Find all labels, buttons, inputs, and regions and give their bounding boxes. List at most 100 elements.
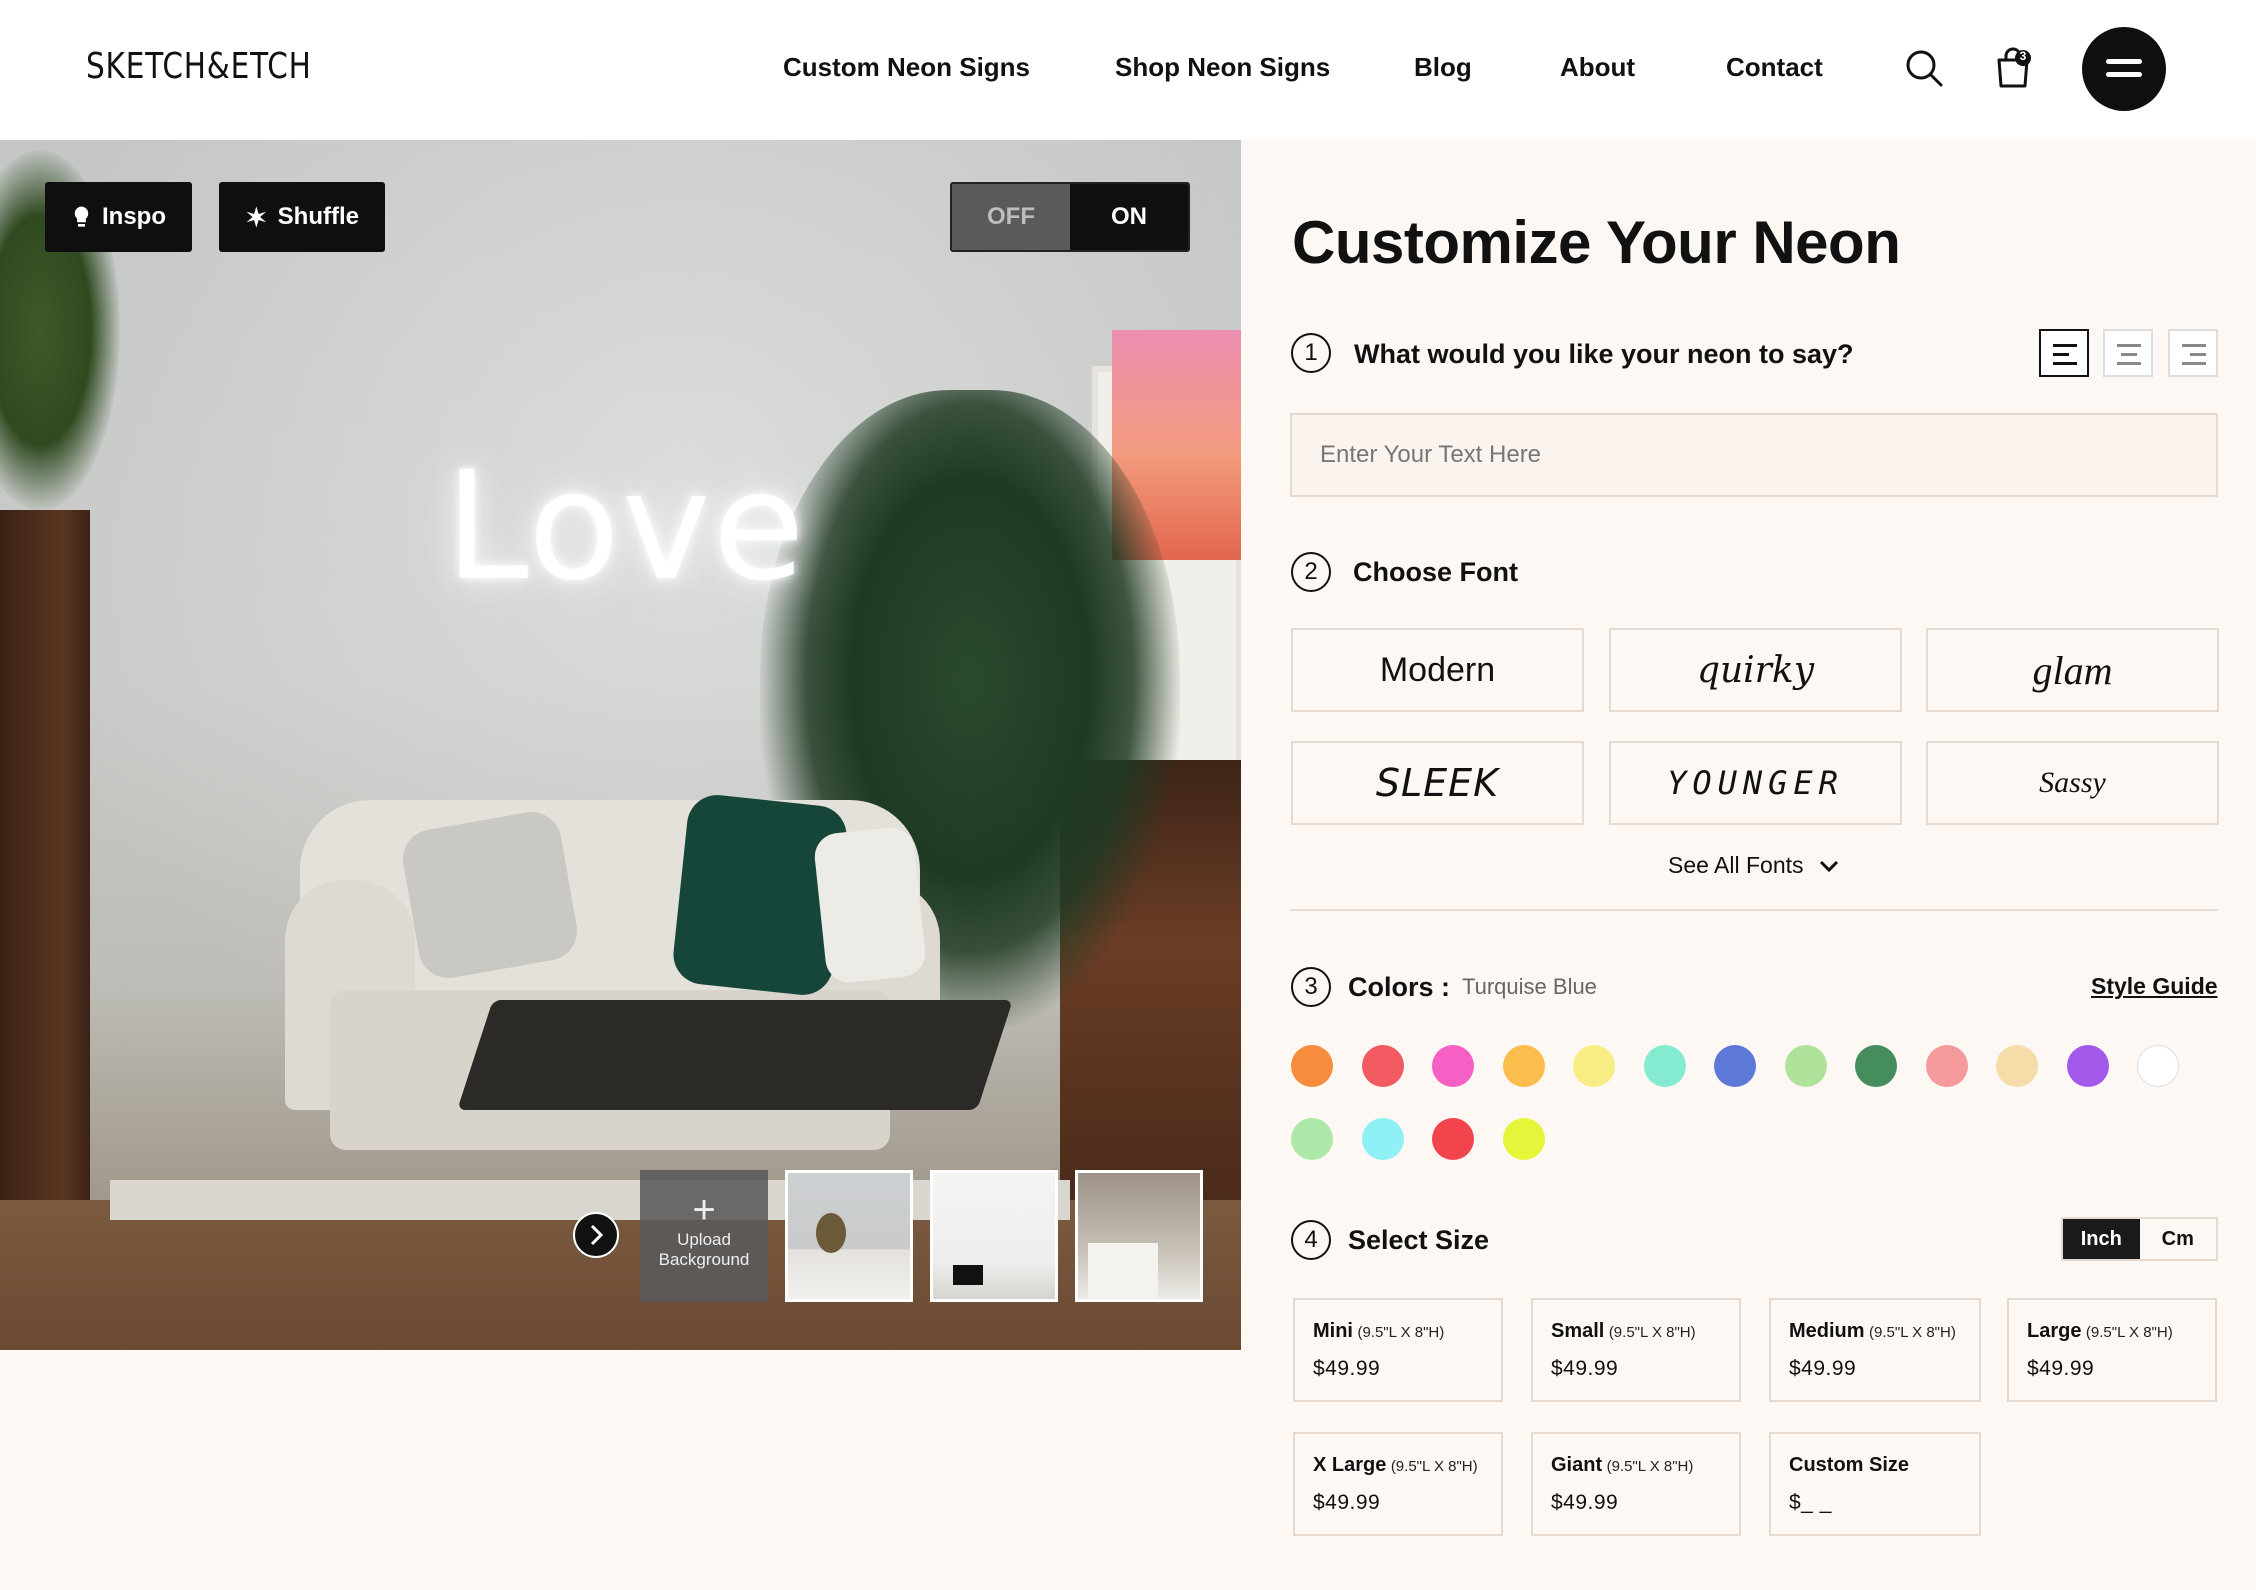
see-all-fonts-button[interactable]: See All Fonts (1668, 852, 1840, 879)
nav-about[interactable]: About (1560, 52, 1635, 83)
size-price: $49.99 (2027, 1357, 2095, 1380)
upload-label-2: Background (658, 1250, 750, 1269)
color-swatch[interactable] (1291, 1118, 1333, 1160)
nav-custom-neon-signs[interactable]: Custom Neon Signs (783, 52, 1030, 83)
size-dims: (9.5"L X 8"H) (1606, 1458, 1694, 1475)
nav-contact[interactable]: Contact (1726, 52, 1823, 83)
size-name: Custom Size (1789, 1454, 1910, 1476)
color-swatch[interactable] (1432, 1045, 1474, 1087)
size-card-small[interactable]: Small (9.5"L X 8"H) $49.99 (1531, 1298, 1741, 1402)
logo[interactable]: SKETCH&ETCH (86, 46, 312, 87)
plus-icon: + (692, 1188, 716, 1232)
color-swatch[interactable] (1643, 1045, 1686, 1087)
light-toggle[interactable]: OFF ON (950, 182, 1190, 252)
size-dims: (9.5"L X 8"H) (1390, 1458, 1478, 1475)
selected-color-name: Turquise Blue (1462, 974, 1597, 999)
neon-preview: Love (0, 140, 1241, 1350)
cart-count-badge: 3 (2019, 49, 2027, 63)
neon-text-input[interactable] (1290, 413, 2218, 497)
step-2-label: Choose Font (1353, 557, 1518, 587)
background-thumbnail-2[interactable] (930, 1170, 1058, 1302)
color-swatch[interactable] (1714, 1045, 1756, 1087)
thumb-plant (816, 1213, 846, 1253)
size-price: $49.99 (1789, 1357, 1857, 1380)
size-card-medium[interactable]: Medium (9.5"L X 8"H) $49.99 (1769, 1298, 1981, 1402)
color-swatch[interactable] (1996, 1045, 2038, 1087)
pillow-white (812, 825, 928, 985)
size-dims: (9.5"L X 8"H) (1357, 1324, 1445, 1341)
unit-cm[interactable]: Cm (2140, 1219, 2217, 1259)
style-guide-link[interactable]: Style Guide (2091, 973, 2218, 1000)
color-swatch[interactable] (1432, 1118, 1474, 1160)
size-card-mini[interactable]: Mini (9.5"L X 8"H) $49.99 (1293, 1298, 1503, 1402)
size-name: Giant (1551, 1454, 1603, 1476)
color-swatch[interactable] (1291, 1045, 1333, 1087)
size-dims: (9.5"L X 8"H) (2085, 1324, 2173, 1341)
menu-bar-top (2106, 59, 2142, 64)
step-4-number: 4 (1291, 1220, 1331, 1260)
font-glam[interactable]: glam (1926, 628, 2219, 712)
step-3-label: Colors : (1348, 972, 1451, 1002)
see-all-fonts-label: See All Fonts (1668, 852, 1804, 878)
sparkle-icon (246, 206, 267, 228)
color-swatch[interactable] (1573, 1045, 1615, 1087)
font-quirky[interactable]: quirky (1609, 628, 1902, 712)
step-3-number: 3 (1291, 967, 1331, 1007)
toggle-on[interactable]: ON (1070, 184, 1188, 250)
color-swatch[interactable] (1361, 1045, 1404, 1087)
size-price: $49.99 (1551, 1357, 1619, 1380)
size-dims: (9.5"L X 8"H) (1608, 1324, 1696, 1341)
color-swatch[interactable] (1925, 1045, 1968, 1087)
search-icon[interactable] (1904, 48, 1944, 88)
align-center-button[interactable] (2103, 329, 2153, 377)
inspo-label: Inspo (102, 203, 166, 230)
page-title: Customize Your Neon (1292, 209, 1901, 276)
font-modern[interactable]: Modern (1291, 628, 1584, 712)
site-header: SKETCH&ETCH Custom Neon Signs Shop Neon … (0, 0, 2256, 140)
cabinet (0, 510, 90, 1210)
toggle-off[interactable]: OFF (952, 184, 1070, 250)
background-thumbnail-1[interactable] (785, 1170, 913, 1302)
chevron-down-icon (1819, 860, 1838, 873)
cart-icon[interactable]: 3 (1994, 46, 2034, 90)
font-sassy[interactable]: Sassy (1926, 741, 2219, 825)
thumbnail-next-button[interactable] (573, 1212, 619, 1258)
size-card-x-large[interactable]: X Large (9.5"L X 8"H) $49.99 (1293, 1432, 1503, 1536)
background-thumbnail-3[interactable] (1075, 1170, 1203, 1302)
size-card-giant[interactable]: Giant (9.5"L X 8"H) $49.99 (1531, 1432, 1741, 1536)
size-card-custom[interactable]: Custom Size $_ _ (1769, 1432, 1981, 1536)
inspo-button[interactable]: Inspo (45, 182, 192, 252)
upload-background-button[interactable]: + Upload Background (640, 1170, 768, 1302)
color-swatch[interactable] (1502, 1118, 1545, 1160)
size-name: Medium (1789, 1320, 1865, 1342)
color-swatch[interactable] (2066, 1045, 2109, 1087)
align-right-button[interactable] (2168, 329, 2218, 377)
coffee-table (457, 1000, 1013, 1110)
step-2-number: 2 (1291, 552, 1331, 592)
size-name: X Large (1313, 1454, 1387, 1476)
align-left-button[interactable] (2039, 329, 2089, 377)
color-swatch[interactable] (1855, 1045, 1897, 1087)
thumb-bed (1088, 1243, 1158, 1298)
color-swatch[interactable] (1502, 1045, 1545, 1087)
chevron-right-icon (590, 1224, 604, 1246)
nav-blog[interactable]: Blog (1414, 52, 1472, 83)
size-card-large[interactable]: Large (9.5"L X 8"H) $49.99 (2007, 1298, 2217, 1402)
color-swatch[interactable] (2137, 1045, 2179, 1087)
font-younger[interactable]: YOUNGER (1609, 741, 1902, 825)
size-name: Small (1551, 1320, 1605, 1342)
unit-inch[interactable]: Inch (2063, 1219, 2140, 1259)
unit-toggle[interactable]: Inch Cm (2061, 1217, 2218, 1261)
size-price: $49.99 (1313, 1357, 1381, 1380)
shuffle-button[interactable]: Shuffle (219, 182, 385, 252)
step-1-label: What would you like your neon to say? (1354, 339, 1854, 369)
menu-button[interactable] (2082, 27, 2166, 111)
font-sleek[interactable]: SLEEK (1291, 741, 1584, 825)
color-swatch[interactable] (1361, 1118, 1404, 1160)
nav-shop-neon-signs[interactable]: Shop Neon Signs (1115, 52, 1330, 83)
step-1-number: 1 (1291, 333, 1331, 373)
size-name: Large (2027, 1320, 2082, 1342)
color-swatch[interactable] (1784, 1045, 1827, 1087)
size-price: $49.99 (1551, 1491, 1619, 1514)
neon-text-preview: Love (445, 440, 807, 614)
